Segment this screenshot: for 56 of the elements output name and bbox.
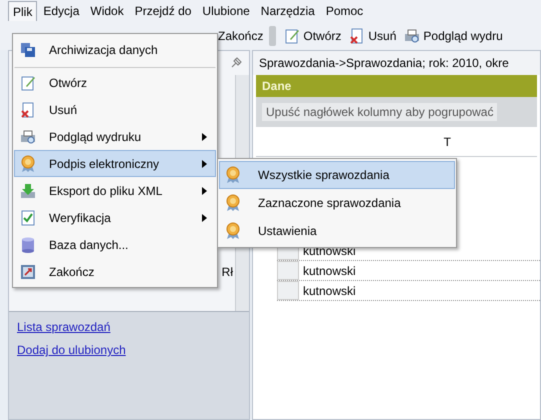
document-cross-icon [349,28,366,44]
window-arrow-icon [20,264,36,280]
row-indicator[interactable] [277,281,299,300]
toolbar-button[interactable]: Usuń [349,27,396,45]
submenu-arrow-icon [202,132,207,140]
menu-entry[interactable]: Usuń [14,96,216,123]
database-icon [21,236,35,252]
pin-icon[interactable] [229,56,243,70]
document-cross-icon [20,102,36,118]
row-indicator[interactable] [277,261,299,280]
menu-entry[interactable]: Ustawienia [219,217,455,245]
menu-entry[interactable]: Otwórz [14,69,216,96]
table-cell-text: kutnowski [302,283,356,300]
menu-entry[interactable]: Zakończ [14,258,216,285]
printer-icon [20,128,36,144]
menu-entry[interactable]: Podpis elektroniczny [14,150,216,177]
menu-item[interactable]: Plik [8,1,38,21]
submenu-arrow-icon [202,160,207,168]
section-header: Dane [256,75,537,97]
menu-entry[interactable]: Weryfikacja [14,204,216,231]
column-header: T [256,127,537,157]
partial-label: Rł [222,264,233,281]
menu-item[interactable]: Narzędzia [256,1,320,21]
menu-entry[interactable]: Baza danych... [14,231,216,258]
breadcrumb: Sprawozdania->Sprawozdania; rok: 2010, okre [253,51,540,75]
notepad-pencil-icon [20,74,36,90]
menu-item[interactable]: Edycja [38,1,84,21]
group-hint: Upuść nagłówek kolumny aby pogrupować [262,103,498,121]
menu-item[interactable]: Przejdź do [130,1,196,21]
panel-link[interactable]: Dodaj do ulubionych [17,341,126,359]
rosette-icon [225,222,241,240]
document-check-icon [20,210,36,226]
menu-entry[interactable]: Eksport do pliku XML [14,177,216,204]
rosette-icon [225,194,241,212]
disks-icon [20,42,36,58]
menu-item[interactable]: Pomoc [320,1,368,21]
toolbar-button[interactable]: Zakończ [218,27,264,45]
rosette-icon [20,154,36,172]
table-cell-text: kutnowski [302,263,356,280]
toolbar-button[interactable]: Podgląd wydru [404,27,503,45]
menu-item[interactable]: Ulubione [197,1,255,21]
table-cell-text: kutnowski [302,243,356,260]
menu-entry[interactable]: Wszystkie sprawozdania [219,161,455,189]
menu-entry[interactable]: Archiwizacja danych [14,36,216,68]
arrow-down-box-icon [20,182,36,198]
panel-link[interactable]: Lista sprawozdań [17,318,110,336]
submenu-arrow-icon [202,186,207,194]
overflow-grip[interactable] [269,26,276,46]
notepad-pencil-icon [284,28,300,44]
printer-icon [404,28,420,44]
menu-entry[interactable]: Podgląd wydruku [14,123,216,150]
menu-entry[interactable]: Zaznaczone sprawozdania [219,189,455,217]
toolbar-button[interactable]: Otwórz [284,27,342,45]
submenu-arrow-icon [202,214,207,222]
rosette-icon [225,166,241,184]
menu-item[interactable]: Widok [85,1,129,21]
